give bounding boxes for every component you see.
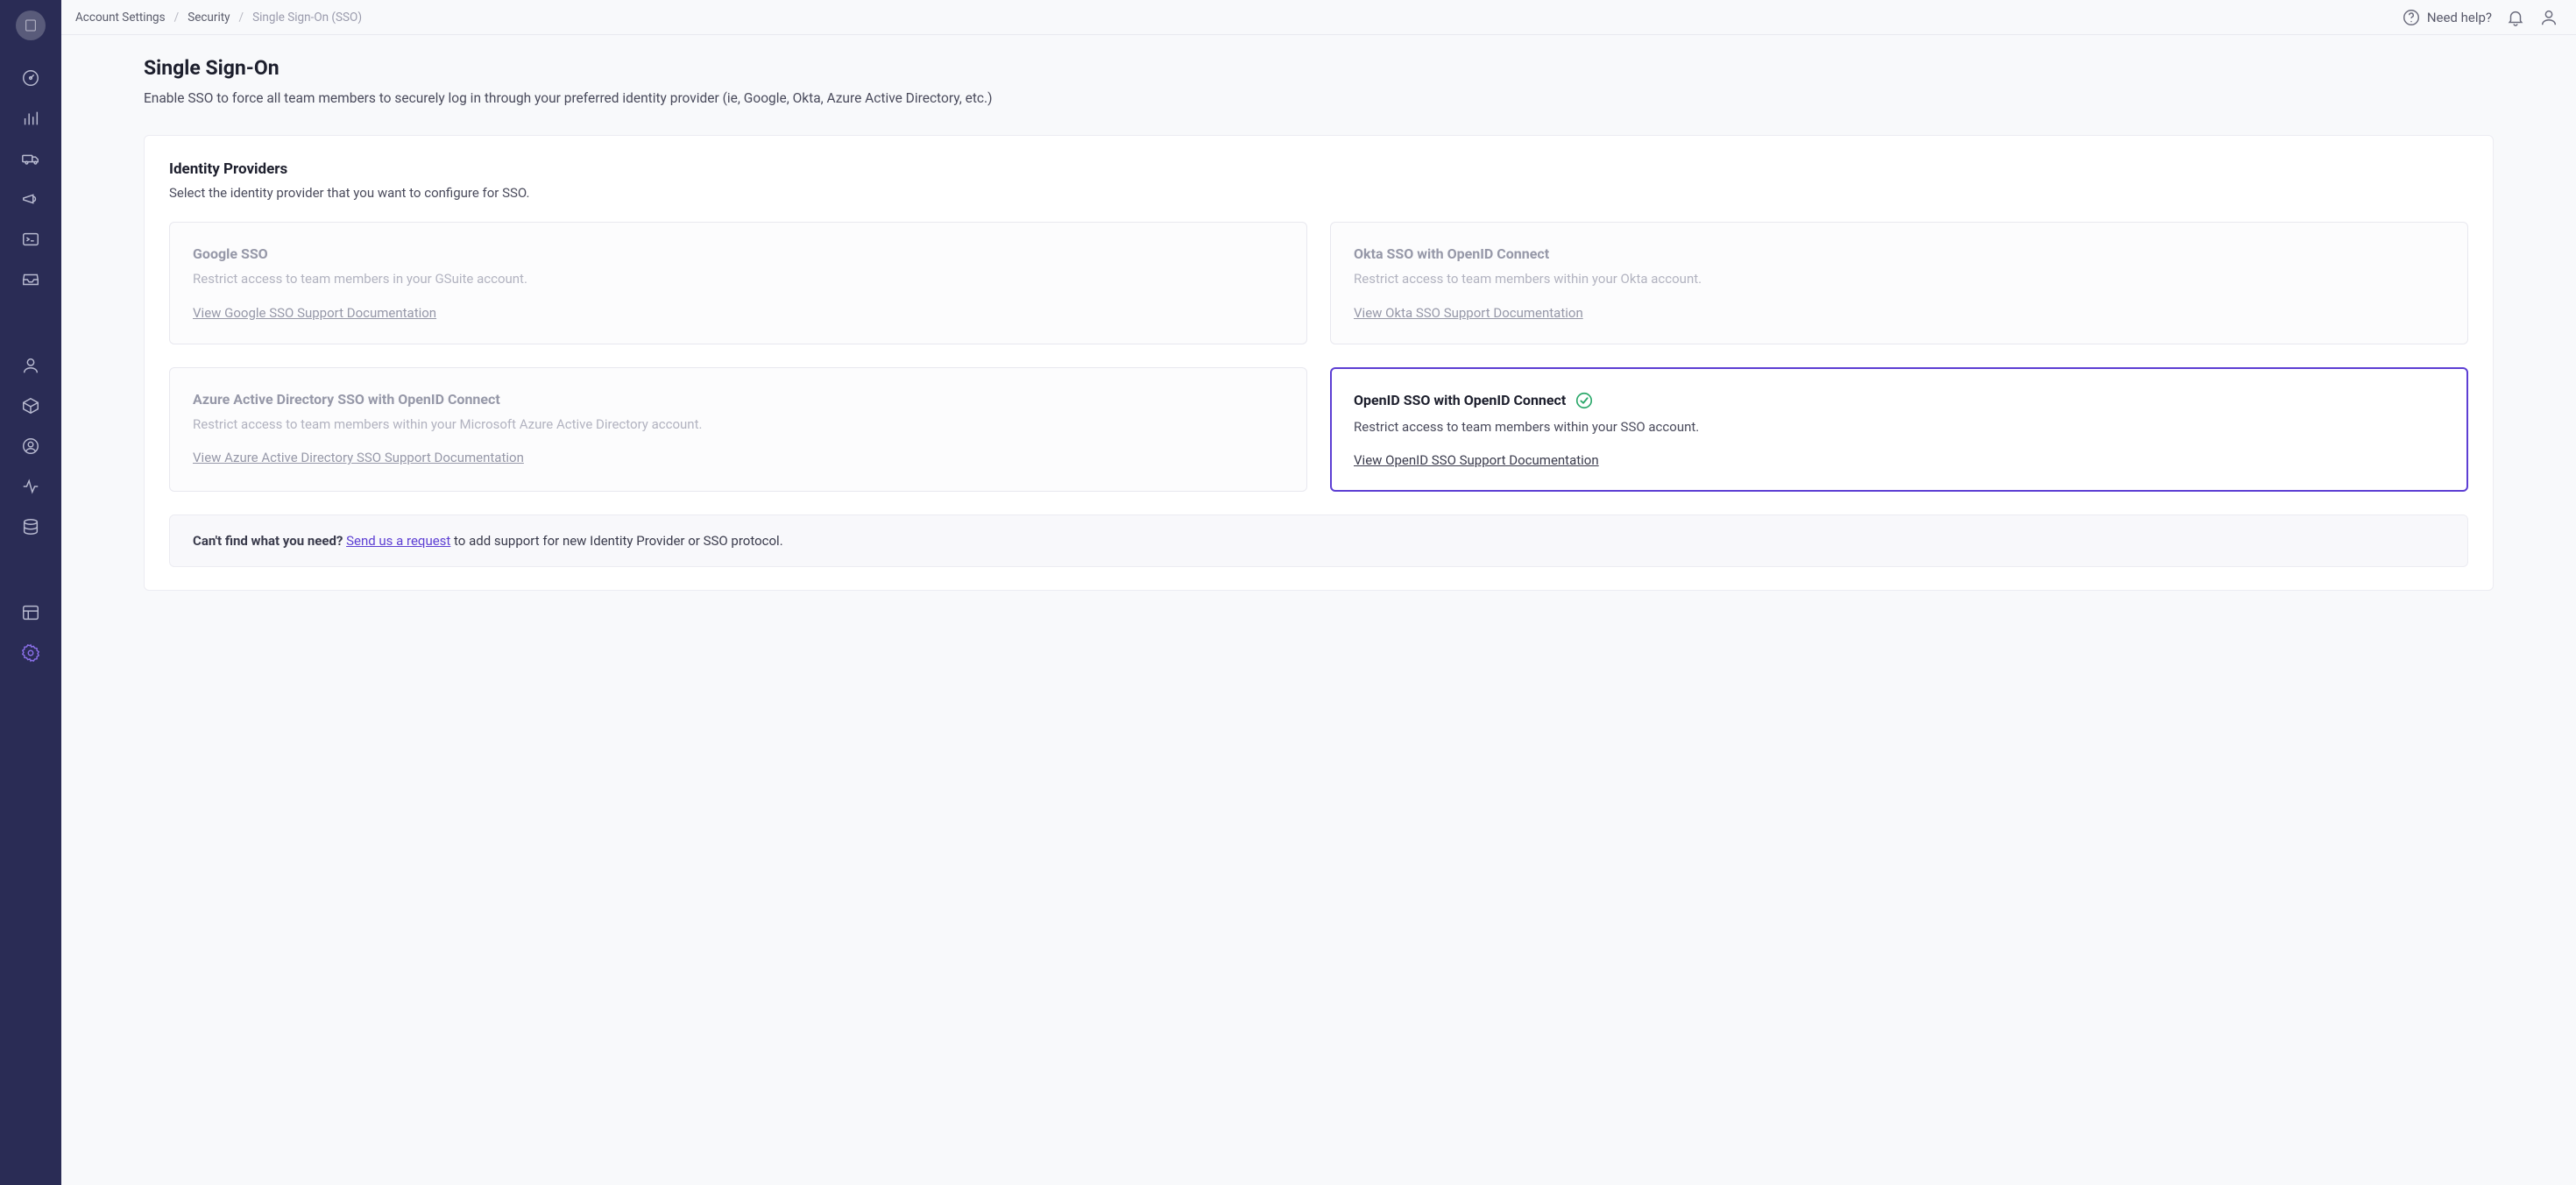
provider-docs-link[interactable]: View Google SSO Support Documentation: [193, 305, 436, 321]
bar-chart-icon: [21, 109, 40, 128]
sidebar-item-layout[interactable]: [21, 603, 40, 622]
provider-title: Okta SSO with OpenID Connect: [1354, 245, 1549, 262]
help-icon: [2402, 8, 2421, 27]
provider-docs-link[interactable]: View Azure Active Directory SSO Support …: [193, 450, 524, 465]
sidebar-item-activity[interactable]: [21, 477, 40, 496]
gauge-icon: [21, 68, 40, 88]
help-link[interactable]: Need help?: [2402, 8, 2492, 27]
section-subtitle: Select the identity provider that you wa…: [169, 185, 2468, 201]
bell-icon: [2506, 8, 2525, 27]
identity-providers-panel: Identity Providers Select the identity p…: [144, 135, 2494, 591]
inbox-icon: [21, 270, 40, 289]
sidebar-item-database[interactable]: [21, 517, 40, 536]
box-icon: [21, 396, 40, 415]
provider-title: OpenID SSO with OpenID Connect: [1354, 392, 1566, 408]
org-logo[interactable]: [16, 11, 46, 40]
user-icon: [2539, 8, 2558, 27]
checkmark-icon: [1575, 391, 1594, 410]
page-subtitle: Enable SSO to force all team members to …: [144, 89, 2494, 109]
provider-docs-link[interactable]: View OpenID SSO Support Documentation: [1354, 452, 1599, 468]
provider-docs-link[interactable]: View Okta SSO Support Documentation: [1354, 305, 1583, 321]
user-circle-icon: [21, 436, 40, 456]
provider-desc: Restrict access to team members in your …: [193, 269, 1284, 289]
provider-card-okta[interactable]: Okta SSO with OpenID Connect Restrict ac…: [1330, 222, 2468, 344]
provider-title: Azure Active Directory SSO with OpenID C…: [193, 391, 500, 408]
database-icon: [21, 517, 40, 536]
sidebar-item-vehicles[interactable]: [21, 149, 40, 168]
truck-icon: [21, 149, 40, 168]
layout-icon: [21, 603, 40, 622]
provider-desc: Restrict access to team members within y…: [193, 415, 1284, 435]
profile-button[interactable]: [2539, 8, 2558, 27]
provider-title: Google SSO: [193, 245, 268, 262]
sidebar-item-package[interactable]: [21, 396, 40, 415]
provider-card-openid[interactable]: OpenID SSO with OpenID Connect Restrict …: [1330, 367, 2468, 493]
breadcrumb-link-account-settings[interactable]: Account Settings: [75, 11, 166, 25]
provider-desc: Restrict access to team members within y…: [1354, 417, 2445, 437]
breadcrumb-separator: /: [239, 11, 244, 25]
help-label: Need help?: [2427, 10, 2492, 25]
breadcrumb-link-security[interactable]: Security: [188, 11, 230, 25]
page-title: Single Sign-On: [144, 56, 2494, 80]
sidebar: [0, 0, 61, 1185]
sidebar-item-dashboard[interactable]: [21, 68, 40, 88]
section-title: Identity Providers: [169, 160, 2468, 178]
provider-card-azure[interactable]: Azure Active Directory SSO with OpenID C…: [169, 367, 1307, 493]
info-strong: Can't find what you need?: [193, 533, 343, 549]
building-icon: [23, 18, 39, 33]
pulse-icon: [21, 477, 40, 496]
breadcrumb-separator: /: [174, 11, 180, 25]
content: Single Sign-On Enable SSO to force all t…: [61, 35, 2576, 626]
sidebar-item-trace[interactable]: [21, 436, 40, 456]
provider-desc: Restrict access to team members within y…: [1354, 269, 2445, 289]
provider-grid: Google SSO Restrict access to team membe…: [169, 222, 2468, 492]
sidebar-item-reports[interactable]: [21, 109, 40, 128]
sidebar-item-inbox[interactable]: [21, 270, 40, 289]
gear-icon: [21, 643, 40, 663]
sidebar-item-users[interactable]: [21, 356, 40, 375]
sidebar-item-terminal[interactable]: [21, 230, 40, 249]
breadcrumb-current: Single Sign-On (SSO): [252, 11, 362, 25]
sidebar-nav: [21, 68, 40, 663]
megaphone-icon: [21, 189, 40, 209]
send-request-link[interactable]: Send us a request: [346, 533, 450, 549]
terminal-icon: [21, 230, 40, 249]
user-icon: [21, 356, 40, 375]
sidebar-item-settings[interactable]: [21, 643, 40, 663]
notifications-button[interactable]: [2506, 8, 2525, 27]
info-rest: to add support for new Identity Provider…: [450, 533, 782, 549]
provider-card-google[interactable]: Google SSO Restrict access to team membe…: [169, 222, 1307, 344]
info-row: Can't find what you need? Send us a requ…: [169, 514, 2468, 567]
breadcrumb: Account Settings / Security / Single Sig…: [75, 11, 362, 25]
sidebar-item-announce[interactable]: [21, 189, 40, 209]
topbar: Account Settings / Security / Single Sig…: [61, 0, 2576, 35]
